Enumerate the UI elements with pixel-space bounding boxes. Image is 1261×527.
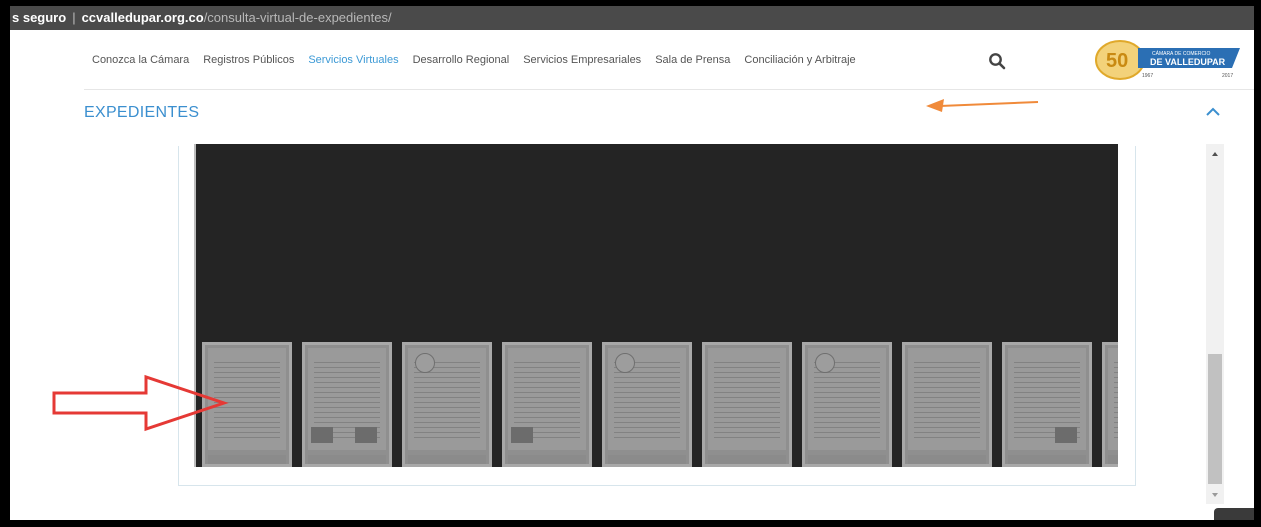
chamber-logo[interactable]: 50 CÁMARA DE COMERCIO DE VALLEDUPAR 1967… xyxy=(1094,38,1244,82)
nav-item-registros-publicos[interactable]: Registros Públicos xyxy=(203,54,294,66)
annotation-arrow-red xyxy=(52,374,229,432)
page-thumbnail[interactable] xyxy=(402,342,492,467)
nav-item-desarrollo-regional[interactable]: Desarrollo Regional xyxy=(413,54,510,66)
logo-year-end: 2017 xyxy=(1222,73,1233,79)
page-thumbnail[interactable] xyxy=(902,342,992,467)
section-divider xyxy=(84,89,1254,90)
corner-widget xyxy=(1214,508,1254,520)
logo-line2: DE VALLEDUPAR xyxy=(1150,57,1226,67)
scroll-up-arrow-icon[interactable] xyxy=(1206,148,1224,158)
nav-item-sala-de-prensa[interactable]: Sala de Prensa xyxy=(655,54,730,66)
page-thumbnail[interactable] xyxy=(702,342,792,467)
annotation-arrow-orange xyxy=(926,99,1039,112)
page-thumbnail[interactable] xyxy=(502,342,592,467)
page-thumbnail[interactable] xyxy=(602,342,692,467)
thumbnail-strip xyxy=(202,342,1118,467)
logo-number: 50 xyxy=(1106,50,1128,72)
scroll-down-arrow-icon[interactable] xyxy=(1206,490,1224,500)
scrollbar[interactable] xyxy=(1206,144,1224,504)
nav-item-conozca-la-camara[interactable]: Conozca la Cámara xyxy=(92,54,189,66)
document-viewer[interactable] xyxy=(194,144,1118,467)
address-bar[interactable]: s seguro | ccvalledupar.org.co/consulta-vi… xyxy=(10,6,1254,30)
nav-item-servicios-empresariales[interactable]: Servicios Empresariales xyxy=(523,54,641,66)
page-thumbnail[interactable] xyxy=(1102,342,1118,467)
page-thumbnail[interactable] xyxy=(302,342,392,467)
scrollbar-thumb[interactable] xyxy=(1208,354,1222,484)
nav-menu: Conozca la Cámara Registros Públicos Ser… xyxy=(92,54,870,66)
section-title[interactable]: EXPEDIENTES xyxy=(84,104,199,122)
security-indicator[interactable]: s seguro xyxy=(10,10,66,25)
browser-window: s seguro | ccvalledupar.org.co/consulta-vi… xyxy=(10,6,1254,520)
logo-year-start: 1967 xyxy=(1142,73,1153,79)
search-icon[interactable] xyxy=(988,52,1006,70)
page-thumbnail[interactable] xyxy=(802,342,892,467)
page-thumbnail[interactable] xyxy=(1002,342,1092,467)
url-path[interactable]: /consulta-virtual-de-expedientes/ xyxy=(204,10,392,25)
address-separator: | xyxy=(72,10,76,25)
main-navigation: Conozca la Cámara Registros Públicos Ser… xyxy=(10,30,1254,94)
chevron-up-icon[interactable] xyxy=(1204,104,1222,120)
logo-line1: CÁMARA DE COMERCIO xyxy=(1152,50,1210,57)
url-host[interactable]: ccvalledupar.org.co xyxy=(82,10,204,25)
nav-item-servicios-virtuales[interactable]: Servicios Virtuales xyxy=(308,54,398,66)
nav-item-conciliacion-y-arbitraje[interactable]: Conciliación y Arbitraje xyxy=(744,54,855,66)
